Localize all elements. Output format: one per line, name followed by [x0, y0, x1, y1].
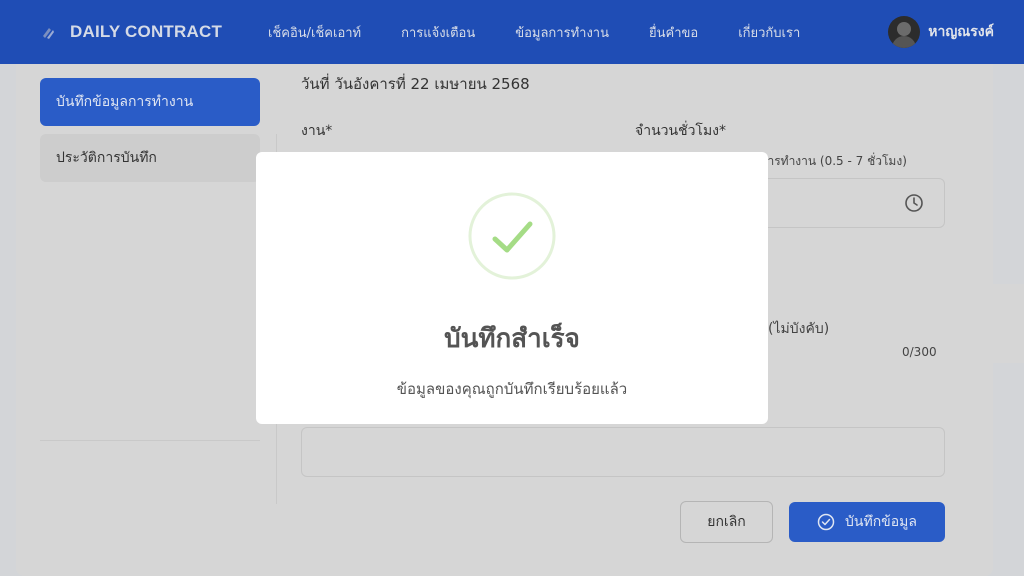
side-strip — [993, 284, 1024, 363]
modal-title: บันทึกสำเร็จ — [444, 324, 580, 354]
nav-link-notifications[interactable]: การแจ้งเตือน — [401, 22, 475, 43]
sidebar-item-history[interactable]: ประวัติการบันทึก — [40, 134, 260, 182]
brand-name: DAILY CONTRACT — [70, 22, 223, 41]
nav-link-about[interactable]: เกี่ยวกับเรา — [738, 22, 800, 43]
user-menu[interactable]: หาญณรงค์ — [888, 0, 994, 64]
brand-logo-icon — [43, 28, 54, 39]
top-navbar: DAILY CONTRACT เช็คอิน/เช็คเอาท์ การแจ้ง… — [0, 0, 1024, 64]
cancel-button-label: ยกเลิก — [707, 514, 746, 530]
optional-label: (ไม่บังคับ) — [768, 321, 830, 337]
user-name: หาญณรงค์ — [928, 24, 994, 40]
hours-label: จำนวนชั่วโมง* — [635, 123, 727, 139]
nav-links: เช็คอิน/เช็คเอาท์ การแจ้งเตือน ข้อมูลการ… — [268, 0, 840, 64]
save-button-label: บันทึกข้อมูล — [845, 514, 917, 530]
char-counter: 0/300 — [902, 345, 937, 359]
clock-icon[interactable] — [904, 193, 924, 213]
hours-input[interactable] — [751, 178, 945, 228]
notes-input[interactable] — [301, 427, 945, 477]
job-label: งาน* — [301, 123, 333, 139]
check-circle-icon — [817, 513, 835, 531]
brand[interactable]: DAILY CONTRACT — [38, 0, 222, 64]
cancel-button[interactable]: ยกเลิก — [680, 501, 773, 543]
sidebar-item-label: บันทึกข้อมูลการทำงาน — [56, 94, 194, 110]
nav-link-checkin[interactable]: เช็คอิน/เช็คเอาท์ — [268, 22, 361, 43]
sidebar: บันทึกข้อมูลการทำงาน ประวัติการบันทึก — [40, 78, 260, 190]
save-button[interactable]: บันทึกข้อมูล — [789, 502, 945, 542]
modal-message: ข้อมูลของคุณถูกบันทึกเรียบร้อยแล้ว — [396, 380, 628, 398]
nav-link-requests[interactable]: ยื่นคำขอ — [649, 22, 698, 43]
success-modal: บันทึกสำเร็จ ข้อมูลของคุณถูกบันทึกเรียบร… — [256, 152, 768, 424]
hours-hint: นการทำงาน (0.5 - 7 ชั่วโมง) — [752, 154, 907, 168]
date-line: วันที่ วันอังคารที่ 22 เมษายน 2568 — [301, 75, 530, 93]
success-check-icon — [468, 192, 556, 280]
sidebar-item-record-work[interactable]: บันทึกข้อมูลการทำงาน — [40, 78, 260, 126]
nav-link-work-info[interactable]: ข้อมูลการทำงาน — [515, 22, 609, 43]
sidebar-item-label: ประวัติการบันทึก — [56, 150, 157, 166]
avatar[interactable] — [888, 16, 921, 48]
sidebar-bottom-border — [40, 440, 260, 441]
